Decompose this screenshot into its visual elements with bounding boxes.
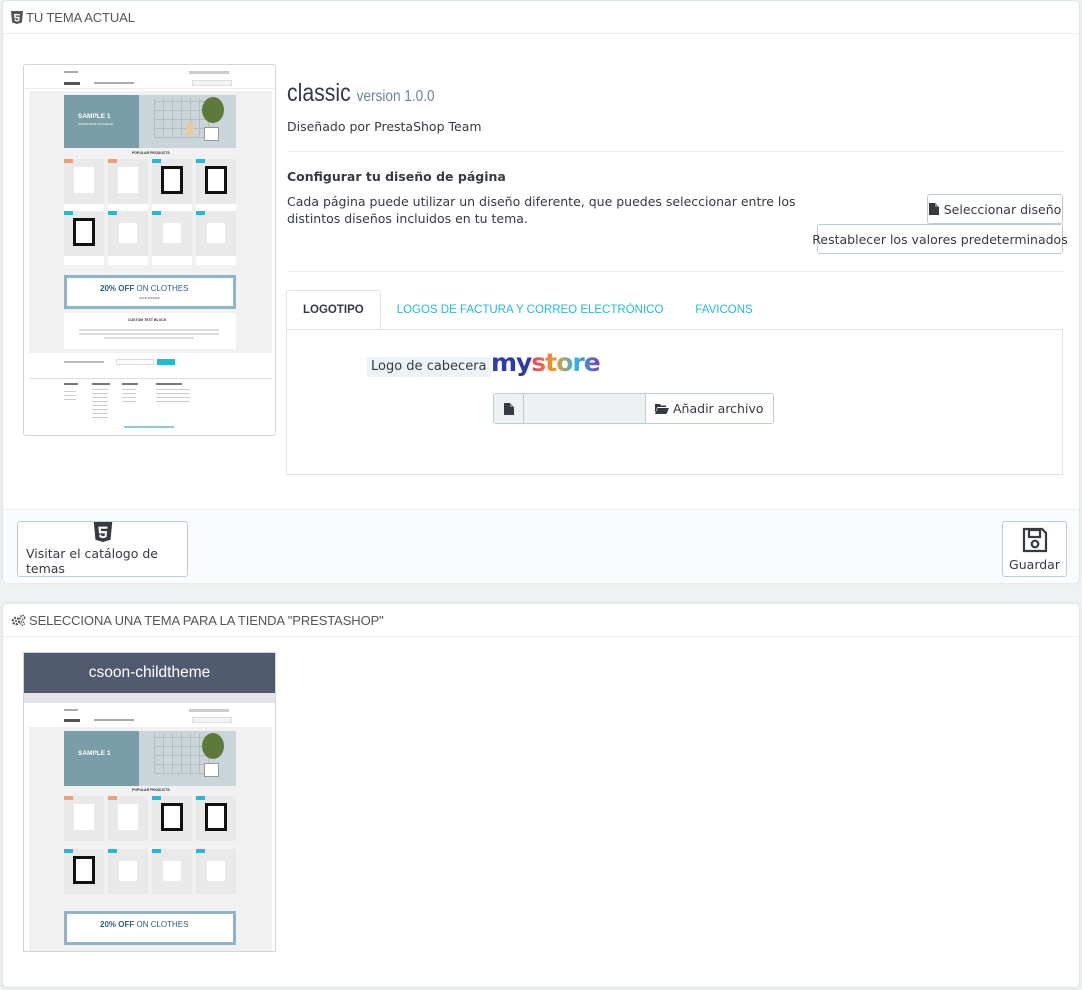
layout-section-description: Cada página puede utilizar un diseño dif… <box>287 194 796 226</box>
theme-info: classic version 1.0.0 Diseñado por Prest… <box>287 71 1065 272</box>
logo-file-upload: Añadir archivo <box>493 393 774 424</box>
save-label: Guardar <box>1009 556 1060 572</box>
panel-title: SELECCIONA UNA TEMA PARA LA TIENDA "PRES… <box>29 612 384 628</box>
visit-theme-catalog-button[interactable]: Visitar el catálogo de temas <box>17 521 188 577</box>
file-icon <box>928 203 939 215</box>
theme-card-preview: SAMPLE 1 POPULAR PRODUCTS 20% OFF ON CLO… <box>24 693 275 951</box>
layout-section-title: Configurar tu diseño de página <box>287 169 506 184</box>
html5-icon <box>11 10 23 24</box>
divider <box>287 151 1064 152</box>
preview-popular-label: POPULAR PRODUCTS <box>132 151 170 155</box>
file-name-field[interactable] <box>524 394 646 423</box>
theme-card-title: csoon-childtheme <box>24 653 275 693</box>
preview-promo: 20% OFF ON CLOTHES <box>100 920 189 929</box>
preview-popular-label: POPULAR PRODUCTS <box>132 788 170 792</box>
visit-catalog-label: Visitar el catálogo de temas <box>26 546 158 576</box>
preview-banner-subtitle: EXCEPTEUR OCCAECAT <box>78 122 114 126</box>
tab-logotipo[interactable]: LOGOTIPO <box>286 290 381 330</box>
panel-footer: Visitar el catálogo de temas Guardar <box>3 509 1079 583</box>
theme-card[interactable]: csoon-childtheme SAMPLE 1 POPULAR PRODUC… <box>23 652 276 952</box>
preview-promo: 20% OFF ON CLOTHES <box>100 284 189 293</box>
save-button[interactable]: Guardar <box>1002 521 1067 577</box>
preview-custom-block: CUSTOM TEXT BLOCK <box>128 318 167 322</box>
preview-banner-title: SAMPLE 1 <box>78 113 111 120</box>
theme-version: version 1.0.0 <box>356 88 435 105</box>
select-theme-panel: SELECCIONA UNA TEMA PARA LA TIENDA "PRES… <box>2 603 1080 988</box>
add-file-button[interactable]: Añadir archivo <box>646 394 773 423</box>
header-logo-label: Logo de cabecera <box>367 357 491 377</box>
logo-tab-pane: Logo de cabecera mystore Añadir archivo <box>286 329 1063 475</box>
folder-open-icon <box>655 404 669 414</box>
tab-invoice-email-logos[interactable]: LOGOS DE FACTURA Y CORREO ELECTRÓNICO <box>381 290 680 330</box>
cogs-icon <box>11 614 26 626</box>
theme-author: Diseñado por PrestaShop Team <box>287 119 482 134</box>
theme-preview-image: SAMPLE 1 EXCEPTEUR OCCAECAT POPULAR PROD… <box>23 64 276 436</box>
panel-title: TU TEMA ACTUAL <box>26 9 135 25</box>
logo-tabs: LOGOTIPO LOGOS DE FACTURA Y CORREO ELECT… <box>286 290 769 330</box>
panel-heading: TU TEMA ACTUAL <box>3 1 1079 34</box>
save-icon <box>1022 527 1047 552</box>
preview-banner-title: SAMPLE 1 <box>78 750 111 757</box>
panel-heading: SELECCIONA UNA TEMA PARA LA TIENDA "PRES… <box>3 604 1079 637</box>
theme-title: classic version 1.0.0 <box>287 71 948 115</box>
tab-favicons[interactable]: FAVICONS <box>679 290 768 330</box>
reset-defaults-label: Restablecer los valores predeterminados <box>812 231 1068 247</box>
html5-icon <box>93 522 112 542</box>
file-icon <box>494 394 524 423</box>
select-layout-label: Seleccionar diseño <box>943 201 1062 217</box>
current-theme-panel: TU TEMA ACTUAL SAMPLE 1 EXCEPTEUR OCCAEC… <box>2 0 1080 583</box>
divider <box>287 271 1064 272</box>
select-layout-button[interactable]: Seleccionar diseño <box>927 194 1063 224</box>
preview-promo-code: SAVE WINNER <box>139 296 160 300</box>
theme-name: classic <box>287 79 351 107</box>
store-logo-image: mystore <box>491 348 601 377</box>
add-file-label: Añadir archivo <box>673 401 764 416</box>
reset-defaults-button[interactable]: Restablecer los valores predeterminados <box>812 224 1068 254</box>
